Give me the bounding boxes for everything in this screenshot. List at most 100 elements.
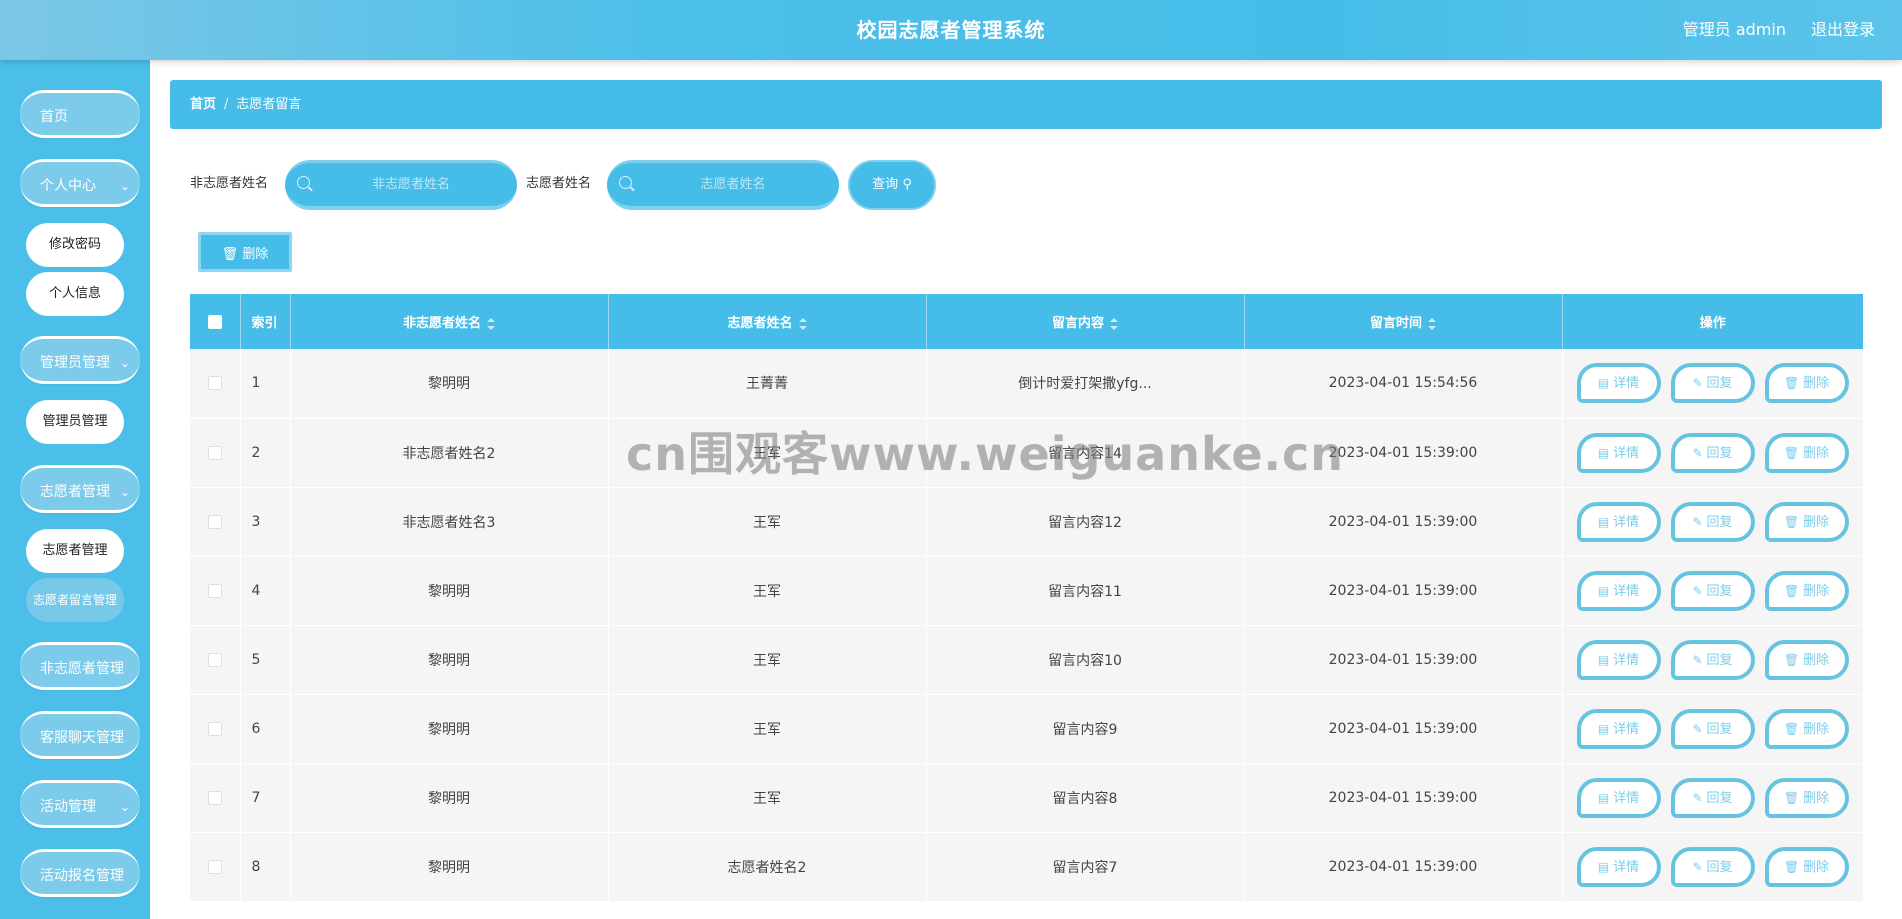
sidebar-item-label: 管理员管理 [40, 355, 110, 371]
row-volunteer-name: 王军 [608, 487, 927, 556]
delete-button[interactable]: 🗑 删除 [1764, 363, 1849, 404]
sidebar-item-volunteer-manage[interactable]: 志愿者管理 ⌄ [20, 465, 140, 513]
query-button[interactable]: 查询 ⚲ [848, 160, 936, 210]
delete-button[interactable]: 🗑 删除 [1764, 777, 1849, 818]
reply-button[interactable]: ✎ 回复 [1670, 432, 1755, 473]
sidebar-item-support-chat-manage[interactable]: 客服聊天管理 [20, 711, 140, 759]
row-volunteer-name: 王菁菁 [608, 349, 927, 418]
row-checkbox[interactable] [207, 790, 222, 805]
delete-button[interactable]: 🗑 删除 [1764, 639, 1849, 680]
sidebar: 首页 个人中心 ⌄ 修改密码 个人信息 管理员管理 ⌄ 管理员管理 志愿者管理 ⌄ 志… [0, 60, 150, 919]
detail-button[interactable]: ▤ 详情 [1576, 432, 1661, 473]
sidebar-item-activity-manage[interactable]: 活动管理 ⌄ [20, 780, 140, 828]
non-volunteer-name-input[interactable] [315, 163, 507, 206]
delete-button-label: 删除 [1803, 652, 1830, 668]
row-checkbox[interactable] [207, 583, 222, 598]
reply-button[interactable]: ✎ 回复 [1670, 846, 1755, 887]
edit-icon: ✎ [1692, 583, 1703, 598]
sidebar-item-personal-center[interactable]: 个人中心 ⌄ [20, 159, 140, 207]
trash-icon: 🗑 [1783, 445, 1800, 460]
delete-button[interactable]: 🗑 删除 [1764, 708, 1849, 749]
row-checkbox[interactable] [207, 376, 222, 391]
delete-button[interactable]: 🗑 删除 [1764, 570, 1849, 611]
batch-delete-button[interactable]: 🗑 删除 [198, 232, 292, 272]
table-row: 4 黎明明 王军 留言内容11 2023-04-01 15:39:00 ▤ 详情 ✎ 回复 🗑 删除 [190, 556, 1863, 625]
breadcrumb-home[interactable]: 首页 [190, 97, 216, 112]
sort-icon[interactable] [1110, 317, 1118, 330]
delete-button[interactable]: 🗑 删除 [1764, 432, 1849, 473]
batch-delete-label: 删除 [242, 247, 269, 262]
column-header-message-time[interactable]: 留言时间 [1244, 294, 1563, 349]
volunteer-name-input[interactable] [637, 163, 829, 206]
edit-icon: ✎ [1692, 859, 1703, 874]
detail-button[interactable]: ▤ 详情 [1576, 501, 1661, 542]
row-message-content: 留言内容12 [926, 487, 1245, 556]
sidebar-item-label: 活动报名管理 [40, 868, 124, 884]
row-message-time: 2023-04-01 15:39:00 [1244, 694, 1563, 763]
reply-button[interactable]: ✎ 回复 [1670, 570, 1755, 611]
logout-link[interactable]: 退出登录 [1811, 0, 1875, 60]
row-index: 2 [240, 418, 291, 487]
row-message-time: 2023-04-01 15:39:00 [1244, 625, 1563, 694]
sort-icon[interactable] [798, 317, 807, 330]
detail-button[interactable]: ▤ 详情 [1576, 639, 1661, 680]
row-checkbox[interactable] [207, 514, 222, 529]
row-actions: ▤ 详情 ✎ 回复 🗑 删除 [1562, 763, 1863, 832]
delete-button-label: 删除 [1803, 445, 1830, 461]
reply-button-label: 回复 [1706, 721, 1733, 737]
document-icon: ▤ [1597, 652, 1610, 667]
sidebar-item-non-volunteer-manage[interactable]: 非志愿者管理 [20, 642, 140, 690]
row-checkbox[interactable] [207, 652, 222, 667]
sidebar-subitem-volunteer-message-manage[interactable]: 志愿者留言管理 [26, 578, 124, 622]
row-message-content: 留言内容10 [926, 625, 1245, 694]
row-select-cell [190, 418, 241, 487]
edit-icon: ✎ [1692, 721, 1703, 736]
delete-button-label: 删除 [1803, 514, 1830, 530]
column-header-message-content[interactable]: 留言内容 [926, 294, 1245, 349]
delete-button[interactable]: 🗑 删除 [1764, 846, 1849, 887]
row-message-content: 留言内容14 [926, 418, 1245, 487]
trash-icon: 🗑 [1783, 376, 1800, 391]
column-header-non-volunteer-name[interactable]: 非志愿者姓名 [290, 294, 609, 349]
row-select-cell [190, 349, 241, 418]
select-all-cell [190, 294, 241, 349]
document-icon: ▤ [1597, 790, 1610, 805]
sidebar-item-label: 非志愿者管理 [40, 661, 124, 677]
detail-button[interactable]: ▤ 详情 [1576, 363, 1661, 404]
sidebar-item-label: 志愿者管理 [40, 484, 110, 500]
row-volunteer-name: 王军 [608, 625, 927, 694]
column-header-volunteer-name[interactable]: 志愿者姓名 [608, 294, 927, 349]
reply-button-label: 回复 [1706, 652, 1733, 668]
sidebar-item-admin-manage[interactable]: 管理员管理 ⌄ [20, 336, 140, 384]
row-message-content: 留言内容8 [926, 763, 1245, 832]
document-icon: ▤ [1597, 859, 1610, 874]
row-message-time: 2023-04-01 15:54:56 [1244, 349, 1563, 418]
reply-button[interactable]: ✎ 回复 [1670, 708, 1755, 749]
sort-icon[interactable] [487, 317, 495, 330]
row-checkbox[interactable] [207, 859, 222, 874]
sidebar-item-home[interactable]: 首页 [20, 90, 140, 138]
document-icon: ▤ [1597, 376, 1610, 391]
sidebar-subitem-personal-info[interactable]: 个人信息 [26, 272, 124, 316]
breadcrumb-current: 志愿者留言 [236, 97, 302, 112]
sidebar-item-activity-signup-manage[interactable]: 活动报名管理 [20, 849, 140, 897]
reply-button[interactable]: ✎ 回复 [1670, 639, 1755, 680]
row-checkbox[interactable] [207, 445, 222, 460]
sort-icon[interactable] [1428, 317, 1436, 330]
reply-button[interactable]: ✎ 回复 [1670, 501, 1755, 542]
detail-button[interactable]: ▤ 详情 [1576, 846, 1661, 887]
reply-button[interactable]: ✎ 回复 [1670, 777, 1755, 818]
sidebar-subitem-change-password[interactable]: 修改密码 [26, 223, 124, 267]
detail-button[interactable]: ▤ 详情 [1576, 708, 1661, 749]
delete-button-label: 删除 [1803, 859, 1830, 875]
row-message-content: 留言内容7 [926, 832, 1245, 901]
sidebar-subitem-admin-manage[interactable]: 管理员管理 [26, 400, 124, 444]
detail-button[interactable]: ▤ 详情 [1576, 570, 1661, 611]
row-checkbox[interactable] [207, 721, 222, 736]
row-select-cell [190, 487, 241, 556]
reply-button[interactable]: ✎ 回复 [1670, 363, 1755, 404]
sidebar-subitem-volunteer-manage[interactable]: 志愿者管理 [26, 529, 124, 573]
detail-button[interactable]: ▤ 详情 [1576, 777, 1661, 818]
delete-button[interactable]: 🗑 删除 [1764, 501, 1849, 542]
select-all-checkbox[interactable] [207, 314, 222, 329]
